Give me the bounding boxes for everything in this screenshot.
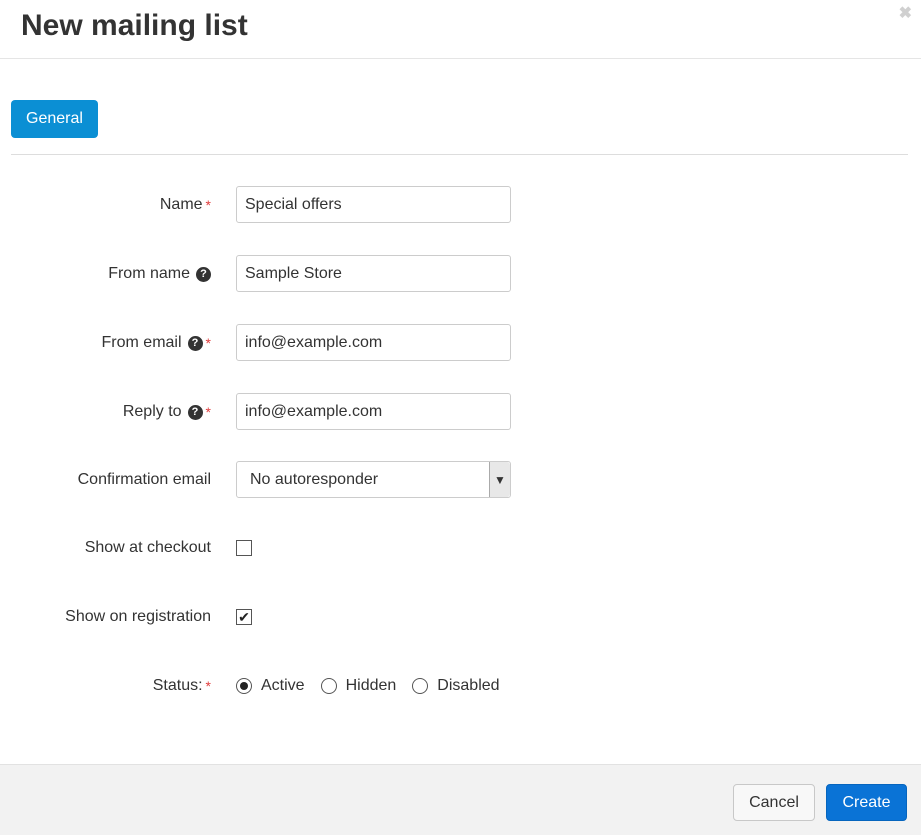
dialog-header: New mailing list ✖ xyxy=(0,0,921,59)
field-row-show-on-registration: Show on registration ✔ xyxy=(0,598,921,636)
required-mark: * xyxy=(205,678,211,694)
from-email-label: From email ? * xyxy=(102,324,211,362)
field-row-from-email: From email ? * xyxy=(0,324,921,362)
from-name-label: From name ? xyxy=(108,255,211,293)
radio-button[interactable] xyxy=(320,678,337,694)
question-circle-icon[interactable]: ? xyxy=(196,266,211,282)
status-option-hidden[interactable]: Hidden xyxy=(320,677,396,695)
tab-divider xyxy=(11,154,908,155)
chevron-down-icon[interactable]: ▼ xyxy=(489,462,510,497)
field-row-confirmation-email: Confirmation email No autoresponder ▼ xyxy=(0,461,921,499)
reply-to-input[interactable] xyxy=(236,393,511,430)
tab-general[interactable]: General xyxy=(11,100,98,138)
name-label: Name * xyxy=(160,186,211,224)
field-row-reply-to: Reply to ? * xyxy=(0,393,921,431)
confirmation-email-select[interactable]: No autoresponder ▼ xyxy=(236,461,511,498)
field-row-show-at-checkout: Show at checkout xyxy=(0,529,921,567)
show-at-checkout-label: Show at checkout xyxy=(84,539,211,556)
required-mark: * xyxy=(205,335,211,351)
required-mark: * xyxy=(205,404,211,420)
name-input[interactable] xyxy=(236,186,511,223)
show-at-checkout-checkbox[interactable] xyxy=(236,540,252,556)
required-mark: * xyxy=(205,197,211,213)
dialog-body: General Name * From name ? From email ? … xyxy=(0,60,921,764)
radio-button[interactable] xyxy=(412,678,429,694)
checkmark-icon: ✔ xyxy=(238,609,250,625)
dialog-footer: Cancel Create xyxy=(0,764,921,835)
from-name-input[interactable] xyxy=(236,255,511,292)
question-circle-icon[interactable]: ? xyxy=(187,404,203,420)
create-button[interactable]: Create xyxy=(826,784,907,821)
status-option-disabled[interactable]: Disabled xyxy=(412,677,500,695)
status-radio-group: Active Hidden Disabled xyxy=(236,667,516,705)
status-label: Status: * xyxy=(153,667,211,705)
cancel-button[interactable]: Cancel xyxy=(733,784,815,821)
field-row-name: Name * xyxy=(0,186,921,224)
status-option-active[interactable]: Active xyxy=(236,677,305,695)
dialog-title: New mailing list xyxy=(21,9,248,42)
show-on-registration-checkbox[interactable]: ✔ xyxy=(236,609,252,625)
from-email-input[interactable] xyxy=(236,324,511,361)
reply-to-label: Reply to ? * xyxy=(123,393,211,431)
field-row-from-name: From name ? xyxy=(0,255,921,293)
close-icon[interactable]: ✖ xyxy=(899,5,912,23)
select-value: No autoresponder xyxy=(250,470,379,488)
confirmation-email-label: Confirmation email xyxy=(77,471,211,488)
show-on-registration-label: Show on registration xyxy=(65,608,211,625)
field-row-status: Status: * Active Hidden Disabled xyxy=(0,667,921,705)
radio-button-checked[interactable] xyxy=(236,678,252,694)
question-circle-icon[interactable]: ? xyxy=(187,335,203,351)
